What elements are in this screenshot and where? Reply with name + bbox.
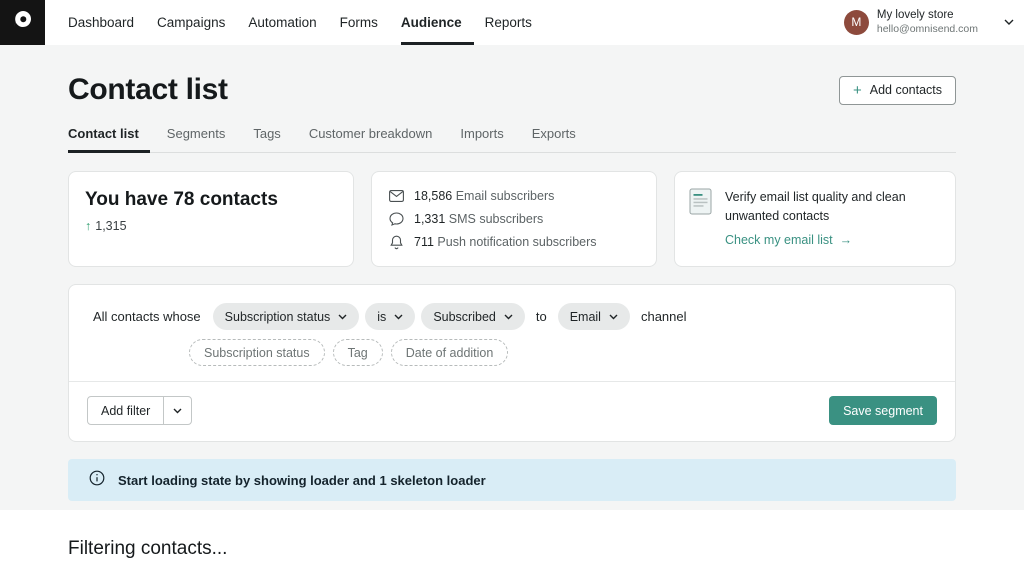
store-email: hello@omnisend.com: [877, 23, 978, 37]
chevron-down-icon: [504, 314, 513, 320]
nav-item-reports[interactable]: Reports: [485, 0, 532, 45]
sms-subscribers-count: 1,331: [414, 212, 445, 226]
top-navbar: Dashboard Campaigns Automation Forms Aud…: [0, 0, 1024, 45]
filter-rule-row: All contacts whose Subscription status i…: [93, 303, 931, 330]
suggested-filter-tag[interactable]: Tag: [333, 339, 383, 366]
filter-to-label: to: [531, 309, 552, 324]
tab-tags[interactable]: Tags: [253, 119, 280, 152]
contacts-heading: You have 78 contacts: [85, 189, 337, 211]
verify-email-card: Verify email list quality and clean unwa…: [674, 171, 956, 267]
email-subscribers-row: 18,586 Email subscribers: [388, 185, 640, 207]
page-title: Contact list: [68, 73, 228, 107]
filter-value-value: Subscribed: [433, 310, 496, 324]
nav-item-forms[interactable]: Forms: [340, 0, 378, 45]
add-filter-button[interactable]: Add filter: [88, 397, 163, 424]
tab-contact-list[interactable]: Contact list: [68, 119, 139, 152]
chevron-down-icon: [173, 408, 182, 414]
email-subscribers-label: Email subscribers: [456, 189, 555, 203]
subscribers-card: 18,586 Email subscribers 1,331 SMS subsc…: [371, 171, 657, 267]
filter-channel-value: Email: [570, 310, 601, 324]
chevron-down-icon: [338, 314, 347, 320]
add-contacts-button[interactable]: + Add contacts: [839, 76, 956, 105]
summary-cards: You have 78 contacts ↑ 1,315 18,586 Emai…: [68, 171, 956, 267]
nav-item-audience[interactable]: Audience: [401, 0, 462, 45]
tab-exports[interactable]: Exports: [532, 119, 576, 152]
suggested-filter-date-of-addition[interactable]: Date of addition: [391, 339, 509, 366]
check-email-list-label: Check my email list: [725, 233, 833, 247]
nav-item-campaigns[interactable]: Campaigns: [157, 0, 225, 45]
verify-list-icon: [689, 188, 712, 250]
filter-channel-suffix-label: channel: [636, 309, 692, 324]
add-filter-split-button: Add filter: [87, 396, 192, 425]
check-email-list-link[interactable]: Check my email list →: [725, 233, 930, 247]
filter-operator-value: is: [377, 310, 386, 324]
growth-value: 1,315: [95, 219, 126, 233]
chevron-down-icon: [394, 314, 403, 320]
account-info: My lovely store hello@omnisend.com: [877, 8, 978, 37]
sms-subscribers-label: SMS subscribers: [449, 212, 543, 226]
filter-field-value: Subscription status: [225, 310, 331, 324]
main-nav: Dashboard Campaigns Automation Forms Aud…: [68, 0, 532, 45]
filter-actions-row: Add filter Save segment: [69, 382, 955, 441]
chevron-down-icon[interactable]: [1004, 19, 1014, 25]
store-name: My lovely store: [877, 8, 978, 23]
push-subscribers-row: 711 Push notification subscribers: [388, 231, 640, 253]
verify-text: Verify email list quality and clean unwa…: [725, 188, 930, 227]
email-subscribers-count: 18,586: [414, 189, 452, 203]
plus-icon: +: [853, 83, 862, 98]
push-subscribers-count: 711: [414, 235, 434, 249]
add-contacts-label: Add contacts: [870, 83, 942, 97]
nav-item-automation[interactable]: Automation: [248, 0, 316, 45]
add-filter-chevron-button[interactable]: [163, 397, 191, 424]
tab-imports[interactable]: Imports: [460, 119, 503, 152]
tab-segments[interactable]: Segments: [167, 119, 226, 152]
footer-area: Filtering contacts...: [0, 510, 1024, 560]
filter-channel-dropdown[interactable]: Email: [558, 303, 630, 330]
info-banner: Start loading state by showing loader an…: [68, 459, 956, 501]
banner-message: Start loading state by showing loader an…: [118, 473, 486, 488]
segment-filter-card: All contacts whose Subscription status i…: [68, 284, 956, 442]
contacts-growth: ↑ 1,315: [85, 219, 337, 233]
filtering-status-text: Filtering contacts...: [68, 538, 1024, 560]
filter-intro-label: All contacts whose: [93, 309, 201, 324]
sms-subscribers-row: 1,331 SMS subscribers: [388, 208, 640, 230]
omnisend-logo[interactable]: [0, 0, 45, 45]
push-subscribers-label: Push notification subscribers: [437, 235, 596, 249]
filter-operator-dropdown[interactable]: is: [365, 303, 415, 330]
filter-value-dropdown[interactable]: Subscribed: [421, 303, 525, 330]
suggested-filters-row: Subscription status Tag Date of addition: [189, 339, 931, 366]
contacts-count-card: You have 78 contacts ↑ 1,315: [68, 171, 354, 267]
envelope-icon: [388, 190, 405, 202]
info-icon: [89, 470, 105, 491]
tab-customer-breakdown[interactable]: Customer breakdown: [309, 119, 433, 152]
omnisend-logo-icon: [12, 9, 34, 36]
account-menu[interactable]: M My lovely store hello@omnisend.com: [844, 8, 1024, 37]
filter-field-dropdown[interactable]: Subscription status: [213, 303, 360, 330]
tab-bar: Contact list Segments Tags Customer brea…: [68, 119, 956, 153]
suggested-filter-subscription-status[interactable]: Subscription status: [189, 339, 325, 366]
avatar: M: [844, 10, 869, 35]
content-area: Contact list + Add contacts Contact list…: [0, 45, 1024, 510]
arrow-right-icon: →: [840, 233, 853, 247]
chat-bubble-icon: [388, 212, 405, 226]
nav-item-dashboard[interactable]: Dashboard: [68, 0, 134, 45]
save-segment-button[interactable]: Save segment: [829, 396, 937, 425]
arrow-up-icon: ↑: [85, 219, 91, 233]
page-header: Contact list + Add contacts: [68, 45, 956, 107]
chevron-down-icon: [609, 314, 618, 320]
bell-icon: [388, 235, 405, 250]
